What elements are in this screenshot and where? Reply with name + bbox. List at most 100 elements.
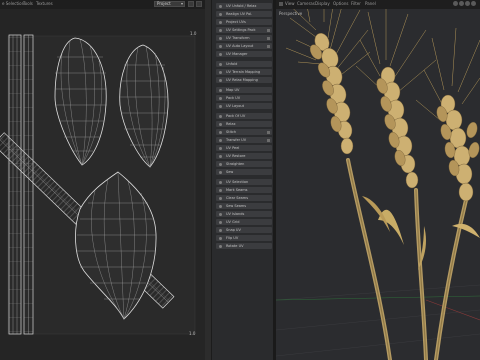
app-window: e Selection Tools Textures Project ▾ 1.0…: [0, 0, 480, 360]
panel-row-relax[interactable]: Relax: [216, 121, 272, 127]
zoom-view-icon[interactable]: [459, 1, 464, 6]
panel-row-straighten[interactable]: Straighten: [216, 161, 272, 167]
panel-row-label: UV Relax Mapping: [226, 78, 258, 82]
panel-row-uv-peel[interactable]: UV Peel: [216, 145, 272, 151]
tool-icon: [219, 131, 222, 134]
panel-row-uv-islands[interactable]: UV Islands: [216, 211, 272, 217]
panel-row-pack-of-uv[interactable]: Pack Of UV: [216, 113, 272, 119]
wheat-ear-middle: [376, 66, 419, 189]
panel-row-auto-layout[interactable]: UV Auto Layout: [216, 43, 272, 49]
grid-icon[interactable]: [188, 1, 194, 7]
panel-row-transform[interactable]: UV Transform: [216, 35, 272, 41]
wheat-ear-right: [436, 94, 480, 202]
option-checkbox[interactable]: [267, 130, 270, 134]
tool-icon: [219, 115, 222, 118]
menu-panel[interactable]: Panel: [365, 1, 376, 7]
panel-row-flip-uv[interactable]: Flip UV: [216, 235, 272, 241]
uv-shell-stem-left[interactable]: [8, 34, 22, 335]
panel-row-label: Mark Seams: [226, 188, 248, 192]
panel-row-pack-uv[interactable]: Pack UV: [216, 95, 272, 101]
tool-icon: [219, 237, 222, 240]
panel-row-uv-selection[interactable]: UV Selection: [216, 179, 272, 185]
uv-menubar: e Selection Tools Textures Project ▾: [0, 0, 211, 9]
tool-icon: [219, 245, 222, 248]
panel-row-label: Project UVs: [226, 20, 246, 24]
menu-tools[interactable]: Tools: [23, 1, 33, 7]
panel-row-project[interactable]: Project UVs: [216, 19, 272, 25]
panel-row-clear-seams[interactable]: Clear Seams: [216, 195, 272, 201]
tool-icon: [219, 45, 222, 48]
panel-row-label: UV Auto Layout: [226, 44, 254, 48]
tool-icon: [219, 189, 222, 192]
maximize-view-icon[interactable]: [471, 1, 476, 6]
perspective-viewport[interactable]: View Cameras Display Options Filter Pane…: [276, 0, 480, 360]
panel-row-manager[interactable]: UV Manager: [216, 51, 272, 57]
menu-filter[interactable]: Filter: [351, 1, 361, 7]
option-checkbox[interactable]: [267, 28, 270, 32]
panel-row-sew[interactable]: Sew: [216, 169, 272, 175]
rotate-view-icon[interactable]: [465, 1, 470, 6]
move-view-icon[interactable]: [453, 1, 458, 6]
tool-icon: [219, 147, 222, 150]
menu-cameras[interactable]: Cameras: [297, 1, 315, 7]
option-checkbox[interactable]: [267, 138, 270, 142]
tool-icon: [219, 171, 222, 174]
menu-textures[interactable]: Textures: [36, 1, 53, 7]
uv-mode-select[interactable]: Project ▾: [154, 1, 185, 7]
panel-row-label: Unfold: [226, 62, 238, 66]
tool-icon: [219, 205, 222, 208]
wheat-stems: [346, 158, 468, 360]
tool-icon: [219, 139, 222, 142]
panel-row-sew-seams[interactable]: Sew Seams: [216, 203, 272, 209]
panel-row-label: UV Restore: [226, 154, 246, 158]
menu-view[interactable]: View: [285, 1, 295, 7]
tool-icon: [219, 229, 222, 232]
uv-tools-panel: UV Unfold / Relax Realign UV Pol. Projec…: [211, 0, 273, 360]
panel-row-relax-mapping[interactable]: UV Relax Mapping: [216, 77, 272, 83]
uv-shell-stem-right[interactable]: [23, 34, 34, 335]
panel-row-label: UV Unfold / Relax: [226, 4, 257, 8]
option-checkbox[interactable]: [267, 36, 270, 40]
tool-icon: [219, 53, 222, 56]
tool-icon: [219, 181, 222, 184]
uv-axis-label-top: 1.0: [190, 31, 197, 36]
panel-row-snap-uv[interactable]: Snap UV: [216, 227, 272, 233]
tool-icon: [219, 221, 222, 224]
tool-icon: [219, 89, 222, 92]
tool-icon: [219, 29, 222, 32]
viewport-icon[interactable]: [279, 2, 283, 6]
panel-row-unfold-relax[interactable]: UV Unfold / Relax: [216, 3, 272, 9]
settings-icon[interactable]: [196, 1, 202, 7]
tool-icon: [219, 63, 222, 66]
panel-row-label: Relax: [226, 122, 236, 126]
tool-icon: [219, 79, 222, 82]
panel-row-transfer-uv[interactable]: Transfer UV: [216, 137, 272, 143]
panel-row-label: UV Layout: [226, 104, 244, 108]
panel-row-rotate-uv[interactable]: Rotate UV: [216, 243, 272, 249]
panel-row-settings-pack[interactable]: UV Settings Pack: [216, 27, 272, 33]
menu-display[interactable]: Display: [315, 1, 330, 7]
panel-row-terrain-mapping[interactable]: UV Terrain Mapping: [216, 69, 272, 75]
panel-row-mark-seams[interactable]: Mark Seams: [216, 187, 272, 193]
panel-row-uv-grid[interactable]: UV Grid: [216, 219, 272, 225]
panel-row-stitch[interactable]: Stitch: [216, 129, 272, 135]
panel-row-uv-restore[interactable]: UV Restore: [216, 153, 272, 159]
option-checkbox[interactable]: [267, 44, 270, 48]
panel-row-label: UV Peel: [226, 146, 240, 150]
panel-row-unfold[interactable]: Unfold: [216, 61, 272, 67]
panel-row-label: Realign UV Pol.: [226, 12, 253, 16]
tool-icon: [219, 5, 222, 8]
menu-selection[interactable]: e Selection: [2, 1, 24, 7]
chevron-down-icon: ▾: [180, 1, 183, 6]
panel-row-realign[interactable]: Realign UV Pol.: [216, 11, 272, 17]
tool-icon: [219, 13, 222, 16]
x-axis-line: [425, 299, 480, 321]
tool-icon: [219, 123, 222, 126]
uv-mode-select-value: Project: [157, 1, 171, 6]
panel-row-map-uv[interactable]: Map UV: [216, 87, 272, 93]
panel-row-label: Sew Seams: [226, 204, 247, 208]
menu-options[interactable]: Options: [333, 1, 348, 7]
uv-canvas[interactable]: 1.0 1.0: [0, 9, 211, 360]
panel-row-layout[interactable]: UV Layout: [216, 103, 272, 109]
panel-row-label: Stitch: [226, 130, 237, 134]
